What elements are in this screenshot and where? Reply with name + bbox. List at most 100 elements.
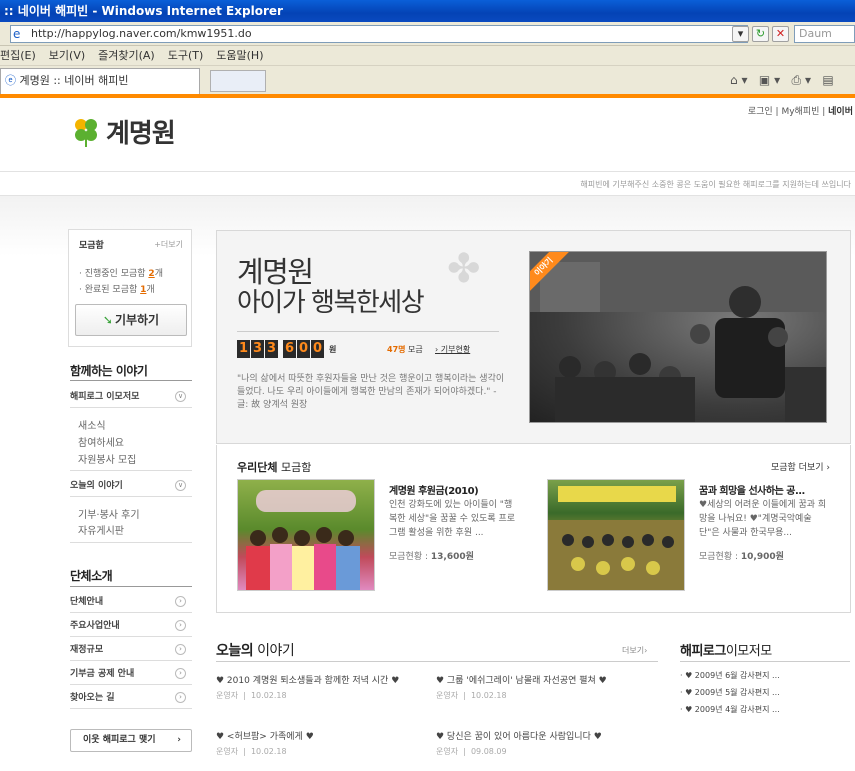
- happylog-news-item[interactable]: · ♥ 2009년 6월 감사편지 ...: [680, 670, 780, 681]
- story-title[interactable]: ♥ 당신은 꿈이 있어 아름다운 사람입니다 ♥: [436, 729, 602, 742]
- donate-button[interactable]: ➘ 기부하기: [75, 304, 187, 336]
- fund-thumbnail[interactable]: [237, 479, 375, 591]
- group-title-bold: 우리단체: [237, 461, 278, 474]
- story-title[interactable]: ♥ 그룹 '에쉬그레이' 남몰래 자선공연 펼쳐 ♥: [436, 673, 607, 686]
- fund-thumbnail[interactable]: [547, 479, 685, 591]
- story-meta: 운영자 | 10.02.18: [216, 747, 287, 756]
- donor-label: 모금: [408, 345, 423, 354]
- thumbnail-illustration: [548, 486, 684, 590]
- sidebar-sub-news[interactable]: 새소식: [78, 417, 106, 432]
- window-title-bar: :: 네이버 해피빈 - Windows Internet Explorer: [0, 0, 855, 22]
- login-link[interactable]: 로그인: [748, 107, 773, 117]
- sidebar-sub-review[interactable]: 기부·봉사 후기: [78, 506, 140, 521]
- sidebar-item-finance[interactable]: 재정규모 ›: [70, 639, 192, 661]
- counter-digit: 3: [265, 340, 278, 358]
- menu-edit[interactable]: 편집(E): [0, 49, 36, 62]
- tab-label: 계명원 :: 네이버 해피빈: [19, 74, 129, 87]
- address-bar-row: e http://happylog.naver.com/kmw1951.do ▾…: [0, 22, 855, 46]
- sidebar-item-org-info[interactable]: 단체안내 ›: [70, 591, 192, 613]
- fund-item-status: 모금현황 : 13,600원: [389, 549, 474, 562]
- accent-line: [0, 94, 855, 98]
- story-meta: 운영자 | 09.08.09: [436, 747, 507, 756]
- sidebar-sub-volunteer[interactable]: 자원봉사 모집: [78, 451, 136, 466]
- sidebar-item-happylog-news[interactable]: 해피로그 이모저모 ∨: [70, 386, 192, 408]
- fund-item-status: 모금현황 : 10,900원: [699, 549, 784, 562]
- sidebar-item-tax-deduction[interactable]: 기부금 공제 안내 ›: [70, 663, 192, 685]
- completed-funds[interactable]: · 완료된 모금함 1개: [79, 282, 155, 295]
- happylog-news-item[interactable]: · ♥ 2009년 5월 감사편지 ...: [680, 687, 780, 698]
- hero-title: 계명원: [237, 255, 314, 289]
- my-happybean-link[interactable]: My해피빈: [781, 107, 819, 117]
- menu-tools[interactable]: 도구(T): [168, 49, 204, 62]
- stat-value: 13,600원: [430, 552, 474, 562]
- stop-icon[interactable]: ✕: [772, 26, 789, 42]
- fund-item-title[interactable]: 꿈과 희망을 선사하는 공...: [699, 482, 805, 497]
- chevron-right-icon: ›: [175, 668, 186, 679]
- menu-view[interactable]: 보기(V): [49, 49, 85, 62]
- search-input[interactable]: Daum: [794, 25, 855, 43]
- story-date: 10.02.18: [470, 691, 507, 700]
- fund-box-title: 모금함: [79, 241, 104, 251]
- top-links: 로그인 | My해피빈 | 네이버: [747, 107, 853, 117]
- story-meta: 운영자 | 10.02.18: [436, 691, 507, 700]
- new-tab-button[interactable]: [210, 70, 266, 92]
- command-bar: ⌂ ▾ ▣ ▾ ⎙ ▾ ▤: [730, 73, 834, 87]
- hero-banner: 계명원 아이가 행복한세상 ✤ 133600 원 47명 모금 › 기부현황 "…: [216, 230, 851, 444]
- naver-link[interactable]: 네이버: [828, 107, 853, 117]
- window-title: :: 네이버 해피빈 - Windows Internet Explorer: [4, 4, 283, 18]
- chevron-right-icon: ›: [177, 735, 181, 745]
- story-date: 09.08.09: [470, 747, 507, 756]
- donation-status-link[interactable]: › 기부현황: [435, 344, 470, 355]
- donation-counter: 133600: [237, 340, 325, 358]
- dropdown-arrow-icon[interactable]: ▾: [732, 26, 749, 42]
- site-logo[interactable]: 계명원: [70, 117, 176, 151]
- story-date: 10.02.18: [250, 747, 287, 756]
- divider: [216, 661, 658, 662]
- logs-title-bold: 해피로그: [680, 644, 726, 659]
- count-suffix: 개: [146, 285, 155, 295]
- story-author: 운영자: [436, 747, 459, 756]
- stories-more-link[interactable]: 더보기›: [622, 645, 647, 656]
- ongoing-funds[interactable]: · 진행중인 모금함 2개: [79, 266, 163, 279]
- donate-arrow-icon: ➘: [102, 313, 113, 327]
- happylog-news-item[interactable]: · ♥ 2009년 4월 감사편지 ...: [680, 704, 780, 715]
- neighbor-happylog-button[interactable]: 이웃 해피로그 맺기 ›: [70, 729, 192, 752]
- happylog-news-title: 해피로그이모저모: [680, 640, 772, 659]
- chevron-right-icon: ›: [175, 644, 186, 655]
- sidebar-item-label: 재정규모: [70, 645, 104, 655]
- feeds-icon[interactable]: ▣: [759, 73, 770, 87]
- home-icon[interactable]: ⌂: [730, 73, 738, 87]
- sidebar-item-projects[interactable]: 주요사업안내 ›: [70, 615, 192, 637]
- refresh-icon[interactable]: ↻: [752, 26, 769, 42]
- stories-title-rest: 이야기: [257, 643, 295, 659]
- page-icon[interactable]: ▤: [822, 73, 833, 87]
- status-link-label: 기부현황: [440, 345, 471, 354]
- ongoing-label: · 진행중인 모금함: [79, 269, 146, 279]
- address-url: http://happylog.naver.com/kmw1951.do: [31, 27, 252, 40]
- fund-more-link[interactable]: +더보기: [154, 239, 183, 250]
- counter-digit: 3: [251, 340, 264, 358]
- ie-page-icon: e: [13, 27, 21, 41]
- tab-active[interactable]: ⓔ 계명원 :: 네이버 해피빈: [0, 68, 200, 94]
- chevron-down-icon: ∨: [175, 480, 186, 491]
- counter-digit: 6: [283, 340, 296, 358]
- story-title[interactable]: ♥ <허브팜> 가족에게 ♥: [216, 729, 314, 742]
- menu-help[interactable]: 도움말(H): [216, 49, 263, 62]
- fund-item-title[interactable]: 계명원 후원금(2010): [389, 482, 479, 497]
- menu-favorites[interactable]: 즐겨찾기(A): [98, 49, 155, 62]
- sidebar-item-today-story[interactable]: 오늘의 이야기 ∨: [70, 475, 192, 497]
- sidebar-sub-board[interactable]: 자유게시판: [78, 522, 124, 537]
- story-title[interactable]: ♥ 2010 계명원 퇴소생들과 함께한 저녁 시간 ♥: [216, 673, 399, 686]
- hero-photo[interactable]: 이야기: [529, 251, 827, 423]
- print-icon[interactable]: ⎙: [792, 73, 802, 87]
- fund-box: 모금함 +더보기 · 진행중인 모금함 2개 · 완료된 모금함 1개 ➘ 기부하…: [68, 229, 192, 347]
- sidebar-sub-participate[interactable]: 참여하세요: [78, 434, 124, 449]
- clover-logo-icon: [75, 119, 97, 147]
- sidebar-item-label: 주요사업안내: [70, 621, 120, 631]
- divider: [237, 331, 499, 332]
- group-more-link[interactable]: 모금함 더보기 ›: [771, 460, 830, 473]
- address-field[interactable]: e http://happylog.naver.com/kmw1951.do: [10, 25, 748, 43]
- sidebar-item-label: 단체안내: [70, 597, 104, 607]
- sidebar-item-directions[interactable]: 찾아오는 길 ›: [70, 687, 192, 709]
- donor-count: 47명 모금: [387, 344, 423, 355]
